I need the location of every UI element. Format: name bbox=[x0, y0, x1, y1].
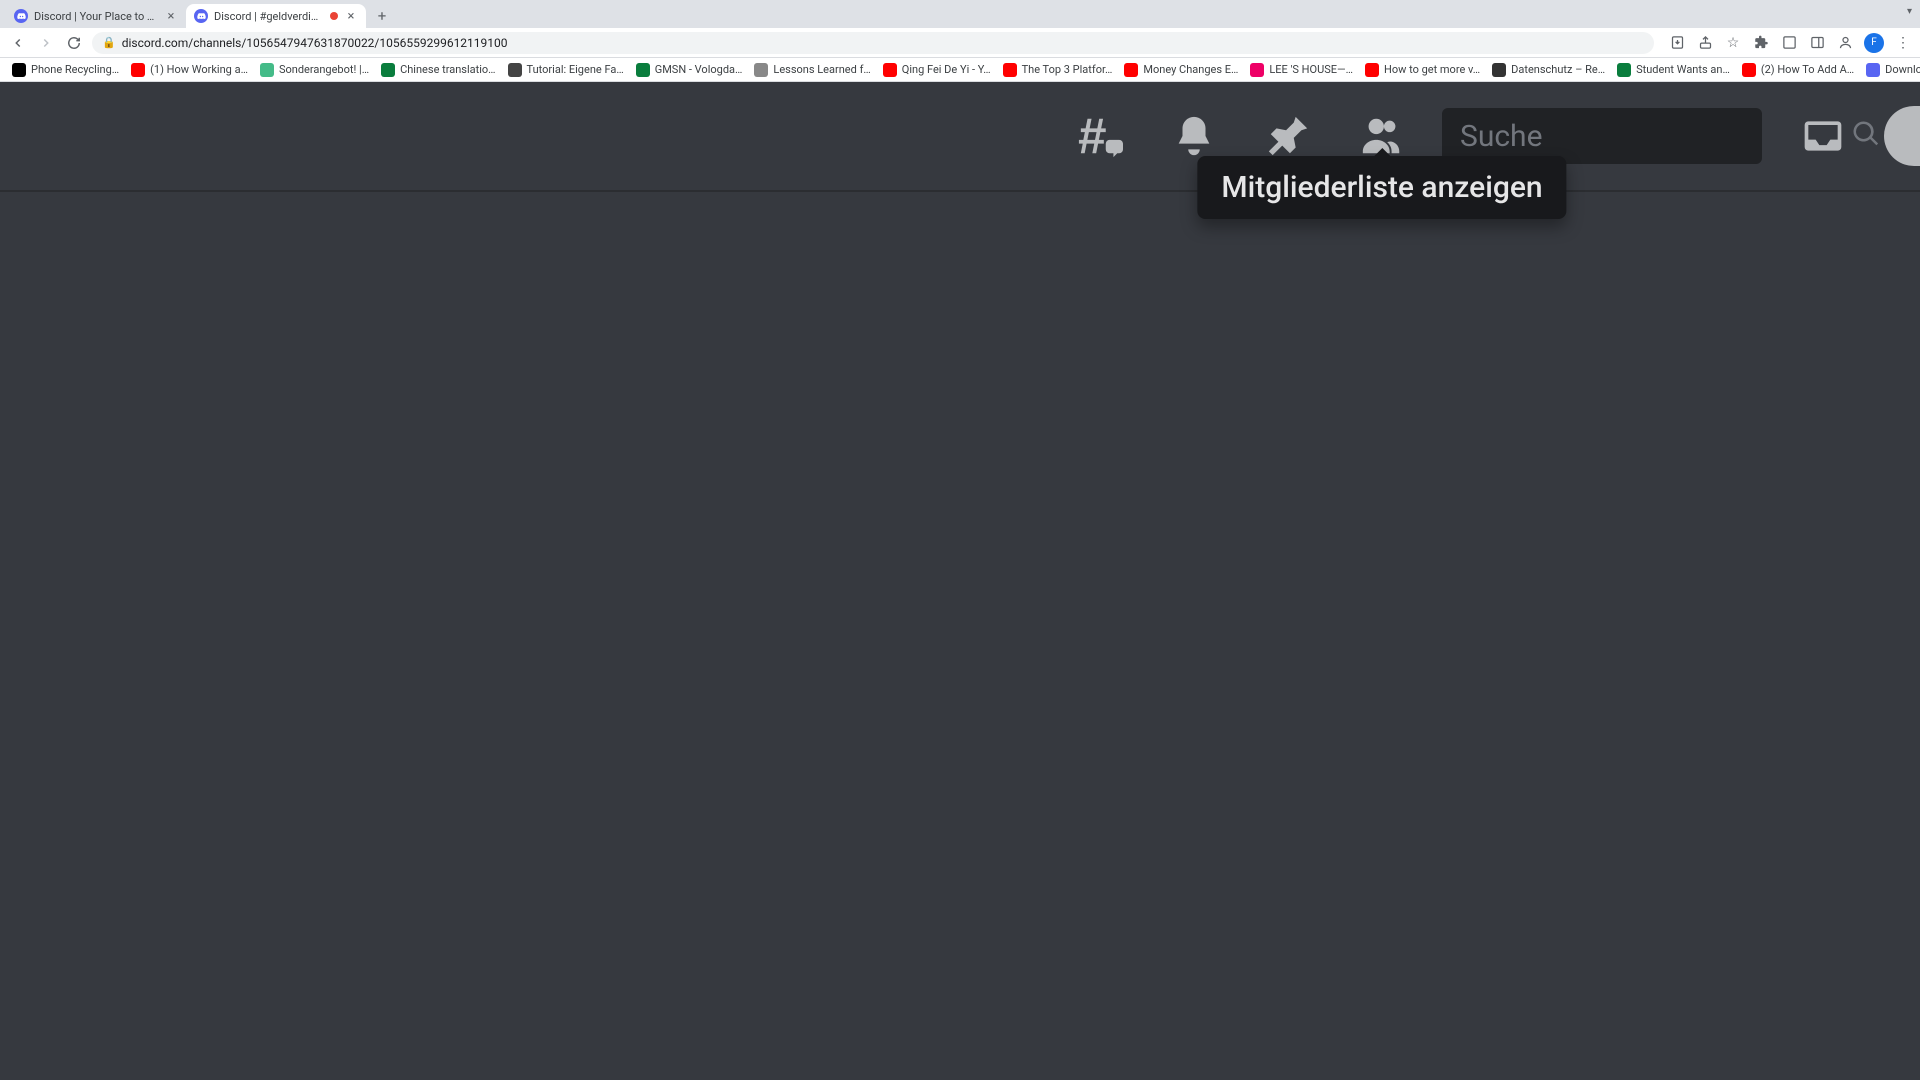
bookmark-favicon-icon bbox=[1742, 63, 1756, 77]
lock-icon: 🔒 bbox=[102, 36, 116, 49]
url-text: discord.com/channels/1056547947631870022… bbox=[122, 36, 508, 50]
bookmark-item[interactable]: Phone Recycling… bbox=[8, 63, 123, 77]
search-icon bbox=[1851, 119, 1881, 153]
bookmark-label: Download – Cooki… bbox=[1885, 63, 1920, 76]
close-tab-icon[interactable]: × bbox=[344, 9, 358, 23]
bookmark-item[interactable]: Qing Fei De Yi - Y… bbox=[879, 63, 995, 77]
bookmark-item[interactable]: Chinese translatio… bbox=[377, 63, 499, 77]
browser-tab[interactable]: Discord | Your Place to Talk a… × bbox=[6, 4, 186, 28]
browser-tab-strip: Discord | Your Place to Talk a… × Discor… bbox=[0, 0, 1920, 28]
discord-favicon-icon bbox=[194, 9, 208, 23]
bookmark-item[interactable]: Tutorial: Eigene Fa… bbox=[504, 63, 628, 77]
bookmark-favicon-icon bbox=[260, 63, 274, 77]
bookmark-label: Student Wants an… bbox=[1636, 63, 1730, 76]
bookmark-item[interactable]: LEE 'S HOUSE—… bbox=[1246, 63, 1357, 77]
threads-icon[interactable] bbox=[1066, 102, 1134, 170]
discord-app: Mitgliederliste anzeigen bbox=[0, 82, 1920, 1080]
bookmark-label: (1) How Working a… bbox=[150, 63, 248, 76]
bookmark-label: Lessons Learned f… bbox=[773, 63, 870, 76]
bookmark-label: Sonderangebot! |… bbox=[279, 63, 369, 76]
profile-avatar[interactable]: F bbox=[1864, 33, 1884, 53]
extensions-puzzle-icon[interactable] bbox=[1780, 34, 1798, 52]
browser-toolbar: 🔒 discord.com/channels/10565479476318700… bbox=[0, 28, 1920, 58]
forward-button[interactable] bbox=[36, 33, 56, 53]
bookmark-label: Chinese translatio… bbox=[400, 63, 495, 76]
close-tab-icon[interactable]: × bbox=[164, 9, 178, 23]
help-icon[interactable] bbox=[1884, 106, 1920, 166]
account-icon[interactable] bbox=[1836, 34, 1854, 52]
bookmark-favicon-icon bbox=[883, 63, 897, 77]
bookmark-label: The Top 3 Platfor… bbox=[1022, 63, 1113, 76]
bookmark-favicon-icon bbox=[1250, 63, 1264, 77]
back-button[interactable] bbox=[8, 33, 28, 53]
member-list-tooltip: Mitgliederliste anzeigen bbox=[1197, 156, 1566, 219]
bookmark-favicon-icon bbox=[508, 63, 522, 77]
bookmark-label: GMSN - Vologda… bbox=[655, 63, 743, 76]
bookmark-label: Phone Recycling… bbox=[31, 63, 119, 76]
tab-title: Discord | Your Place to Talk a… bbox=[34, 10, 158, 23]
bookmark-favicon-icon bbox=[1492, 63, 1506, 77]
browser-tab[interactable]: Discord | #geldverdienen × bbox=[186, 4, 366, 28]
bookmark-label: (2) How To Add A… bbox=[1761, 63, 1854, 76]
bookmark-favicon-icon bbox=[1617, 63, 1631, 77]
bookmark-label: Money Changes E… bbox=[1143, 63, 1238, 76]
bookmark-favicon-icon bbox=[131, 63, 145, 77]
bookmark-label: How to get more v… bbox=[1384, 63, 1480, 76]
bookmark-label: LEE 'S HOUSE—… bbox=[1269, 63, 1353, 76]
bookmark-star-icon[interactable]: ☆ bbox=[1724, 34, 1742, 52]
toolbar-right: ☆ F ⋮ bbox=[1662, 33, 1912, 53]
tab-recording-icon bbox=[330, 12, 338, 20]
bookmark-item[interactable]: Student Wants an… bbox=[1613, 63, 1734, 77]
search-input[interactable] bbox=[1460, 119, 1841, 154]
bookmark-item[interactable]: Sonderangebot! |… bbox=[256, 63, 373, 77]
inbox-icon[interactable] bbox=[1794, 107, 1852, 165]
window-dropdown-icon[interactable]: ▾ bbox=[1907, 6, 1912, 17]
tab-title: Discord | #geldverdienen bbox=[214, 10, 324, 23]
bookmark-item[interactable]: Lessons Learned f… bbox=[750, 63, 874, 77]
bookmark-favicon-icon bbox=[381, 63, 395, 77]
new-tab-button[interactable]: + bbox=[370, 4, 394, 28]
chrome-menu-icon[interactable]: ⋮ bbox=[1894, 34, 1912, 52]
bookmark-label: Qing Fei De Yi - Y… bbox=[902, 63, 991, 76]
bookmark-favicon-icon bbox=[1124, 63, 1138, 77]
bookmark-label: Tutorial: Eigene Fa… bbox=[527, 63, 624, 76]
bookmark-favicon-icon bbox=[1866, 63, 1880, 77]
bookmark-item[interactable]: (1) How Working a… bbox=[127, 63, 252, 77]
bookmark-item[interactable]: The Top 3 Platfor… bbox=[999, 63, 1117, 77]
side-panel-icon[interactable] bbox=[1808, 34, 1826, 52]
bookmark-item[interactable]: Download – Cooki… bbox=[1862, 63, 1920, 77]
share-icon[interactable] bbox=[1696, 34, 1714, 52]
bookmarks-bar: Phone Recycling… (1) How Working a… Sonder… bbox=[0, 58, 1920, 82]
reload-button[interactable] bbox=[64, 33, 84, 53]
bookmark-favicon-icon bbox=[754, 63, 768, 77]
bookmark-label: Datenschutz – Re… bbox=[1511, 63, 1605, 76]
channel-header: Mitgliederliste anzeigen bbox=[0, 82, 1920, 192]
bookmark-favicon-icon bbox=[636, 63, 650, 77]
bookmark-item[interactable]: Money Changes E… bbox=[1120, 63, 1242, 77]
bookmark-favicon-icon bbox=[1003, 63, 1017, 77]
bookmark-item[interactable]: How to get more v… bbox=[1361, 63, 1484, 77]
bookmark-favicon-icon bbox=[1365, 63, 1379, 77]
extension-icon[interactable] bbox=[1752, 34, 1770, 52]
bookmark-item[interactable]: Datenschutz – Re… bbox=[1488, 63, 1609, 77]
bookmark-favicon-icon bbox=[12, 63, 26, 77]
install-app-icon[interactable] bbox=[1668, 34, 1686, 52]
address-bar[interactable]: 🔒 discord.com/channels/10565479476318700… bbox=[92, 32, 1654, 54]
discord-favicon-icon bbox=[14, 9, 28, 23]
bookmark-item[interactable]: (2) How To Add A… bbox=[1738, 63, 1858, 77]
bookmark-item[interactable]: GMSN - Vologda… bbox=[632, 63, 747, 77]
